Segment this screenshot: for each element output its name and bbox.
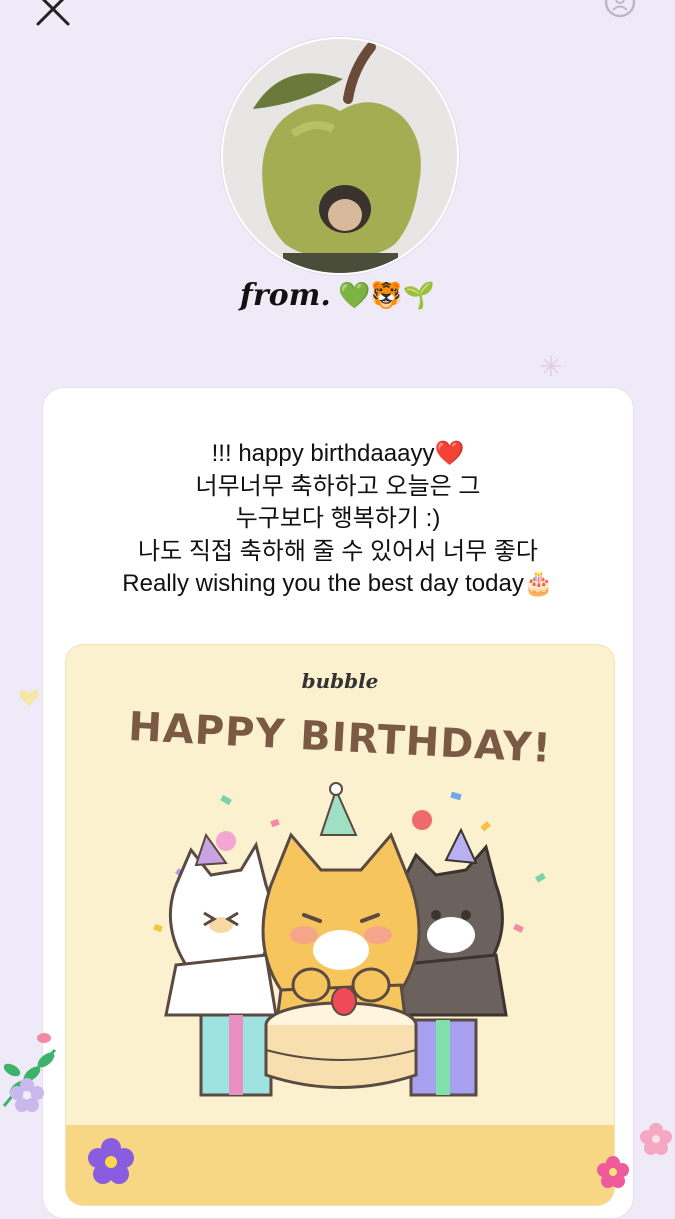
message-line: Really wishing you the best day today🎂 [122,570,554,597]
apple-avatar-image [223,39,457,273]
message-line: 너무너무 축하하고 오늘은 그 [195,472,481,500]
brand-logo: bubble [301,669,379,693]
sender-row: from. 💚🐯🌱 [0,278,675,324]
birthday-card: bubble HAPPY BIRTHDAY! [65,644,615,1206]
message-text: !!! happy birthdaaayy❤️ 너무너무 축하하고 오늘은 그 … [43,438,633,601]
message-line: 나도 직접 축하해 줄 수 있어서 너무 좋다 [138,537,538,565]
refresh-icon[interactable] [600,0,640,22]
close-icon[interactable] [30,0,74,30]
white-dog [164,832,278,1017]
message-line: 누구보다 행복하기 :) [235,505,441,532]
avatar[interactable] [221,37,459,275]
heart-icon [19,690,39,706]
birthday-illustration [153,782,546,1097]
flower-icon [597,1156,629,1188]
flower-icon [10,1078,44,1112]
sparkle-icon [541,356,561,376]
message-card: !!! happy birthdaaayy❤️ 너무너무 축하하고 오늘은 그 … [42,387,634,1219]
flower-icon [88,1138,134,1184]
flower-icon [640,1123,672,1155]
birthday-headline: HAPPY BIRTHDAY! [127,703,553,773]
sender-emojis: 💚🐯🌱 [337,280,436,311]
from-label: from. [239,278,331,313]
message-line: !!! happy birthdaaayy❤️ [211,440,465,467]
